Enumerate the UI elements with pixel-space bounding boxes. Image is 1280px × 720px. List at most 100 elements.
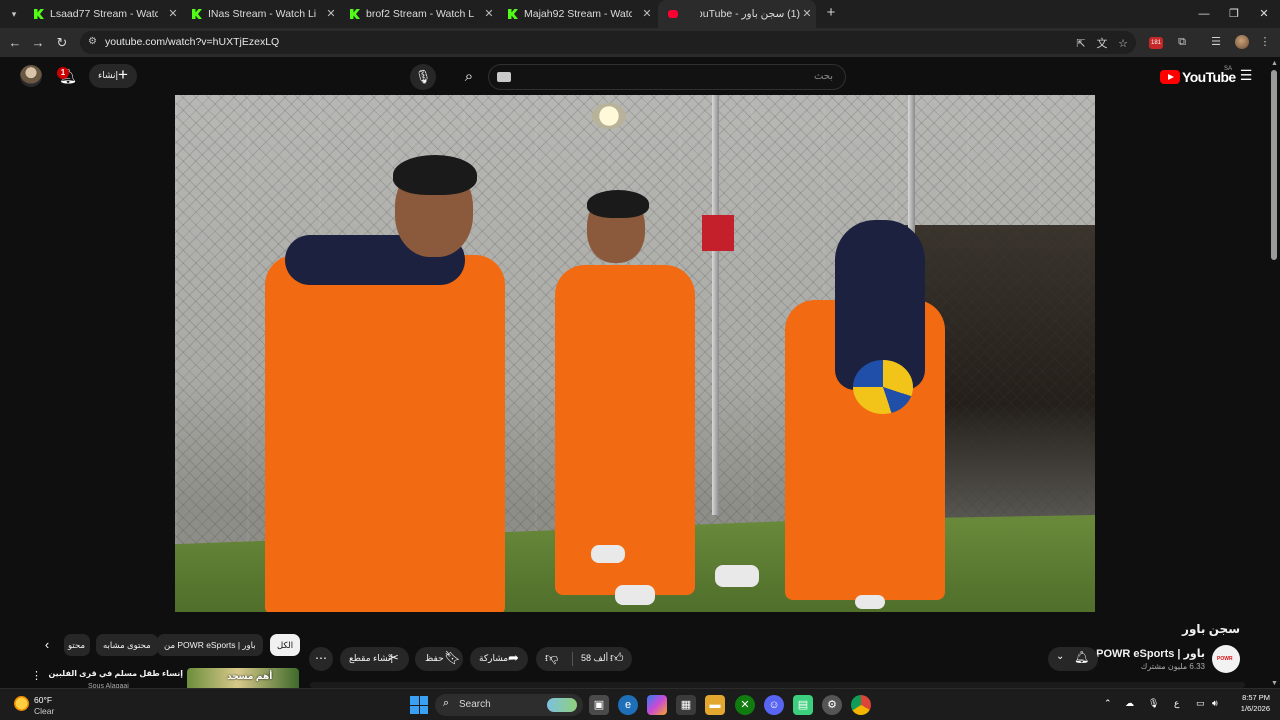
site-info-icon[interactable]: ⚙: [88, 36, 97, 47]
browser-tab[interactable]: Majah92 Stream - Watch Live o ✕: [498, 0, 656, 28]
tab-close-icon[interactable]: ✕: [798, 0, 816, 28]
extensions-puzzle-icon[interactable]: ⧉: [1174, 34, 1190, 50]
thumbnail-text: أهم مسجد: [227, 671, 273, 681]
search-box[interactable]: بحث: [488, 64, 846, 90]
recommendation-title[interactable]: إنساء طقل مسلم في قرى الفلبين المتزولة P…: [48, 669, 183, 678]
save-button[interactable]: حفظ 🔖︎: [415, 647, 463, 671]
back-arrow-icon[interactable]: ←: [5, 33, 25, 53]
subscribed-button[interactable]: ⌄ 🔔︎: [1048, 647, 1098, 671]
onedrive-cloud-icon[interactable]: ☁: [1125, 698, 1134, 709]
task-view-icon[interactable]: ▣: [589, 695, 609, 715]
install-app-icon[interactable]: ⇱: [1073, 36, 1089, 52]
file-explorer-icon[interactable]: ▬: [705, 695, 725, 715]
weather-temperature: 60°F: [34, 695, 53, 705]
browser-tab[interactable]: INas Stream - Watch Live on Ki ✕: [182, 0, 340, 28]
forward-arrow-icon[interactable]: →: [28, 33, 48, 53]
tab-title: brof2 Stream - Watch Live on K: [366, 8, 474, 20]
scroll-down-icon[interactable]: ▼: [1271, 680, 1278, 687]
new-tab-button[interactable]: +: [822, 4, 840, 22]
chrome-icon[interactable]: [851, 695, 871, 715]
browser-tab[interactable]: brof2 Stream - Watch Live on K ✕: [340, 0, 498, 28]
like-count[interactable]: 58 ألف: [581, 653, 608, 664]
channel-logo[interactable]: POWR: [1212, 645, 1240, 673]
channel-logo-text: POWR: [1217, 656, 1233, 662]
browser-tab[interactable]: Lsaad77 Stream - Watch Live o ✕: [24, 0, 182, 28]
settings-gear-icon[interactable]: ⚙: [822, 695, 842, 715]
network-icon[interactable]: ▭: [1196, 698, 1205, 709]
chip-all[interactable]: الكل: [270, 634, 301, 656]
dislike-icon[interactable]: 👎︎: [545, 650, 558, 666]
tab-close-icon[interactable]: ✕: [322, 0, 340, 28]
copilot-icon[interactable]: [647, 695, 667, 715]
sun-icon: [14, 696, 29, 711]
clip-label: إنشاء مقطع: [349, 653, 394, 663]
chip-similar-content[interactable]: محتوى مشابه: [96, 634, 158, 656]
browser-tab-strip: ▾ Lsaad77 Stream - Watch Live o ✕ INas S…: [0, 0, 1280, 28]
browser-tab-active[interactable]: (1) سجن باور - YouTube ✕: [658, 0, 816, 28]
show-hidden-icons-chevron-icon[interactable]: ⌃: [1104, 698, 1112, 709]
media-controls-icon[interactable]: ☰: [1208, 34, 1224, 50]
tab-search-menu-icon[interactable]: ▾: [5, 5, 23, 23]
input-language[interactable]: ع: [1174, 698, 1179, 709]
reload-icon[interactable]: ↻: [52, 33, 72, 53]
guide-menu-icon[interactable]: ☰: [1238, 68, 1254, 82]
keyboard-icon[interactable]: [497, 72, 511, 82]
chip-similar-truncated[interactable]: محتو: [64, 634, 90, 656]
discord-icon[interactable]: ☺: [764, 695, 784, 715]
volume-icon[interactable]: 🔊︎: [1212, 698, 1218, 709]
create-button[interactable]: إنشاء +: [89, 64, 137, 88]
youtube-play-icon: [1160, 70, 1180, 84]
taskbar-search[interactable]: ⌕ Search: [435, 694, 583, 716]
extension-badge[interactable]: 181: [1149, 37, 1163, 49]
more-options-icon[interactable]: ⋮: [31, 669, 42, 682]
chip-from-channel[interactable]: من POWR eSports | باور: [157, 634, 263, 656]
bookmark-icon: 🔖︎: [444, 650, 461, 665]
app-icon[interactable]: ▤: [793, 695, 813, 715]
page-scrollbar[interactable]: ▲ ▼: [1268, 57, 1280, 688]
kick-icon: [350, 9, 360, 19]
voice-search-mic-icon[interactable]: 🎙︎: [410, 64, 436, 90]
weather-condition: Clear: [34, 706, 55, 716]
bookmark-star-icon[interactable]: ☆: [1115, 36, 1131, 52]
edge-browser-icon[interactable]: e: [618, 695, 638, 715]
search-input[interactable]: [517, 67, 807, 87]
minimize-window-icon[interactable]: —: [1188, 0, 1220, 28]
video-player[interactable]: [175, 95, 1095, 612]
scroll-up-icon[interactable]: ▲: [1271, 60, 1278, 67]
share-button[interactable]: مشاركة ➦: [470, 647, 528, 671]
maximize-window-icon[interactable]: ❐: [1218, 0, 1250, 28]
like-icon[interactable]: 👍︎: [610, 650, 624, 666]
tab-close-icon[interactable]: ✕: [480, 0, 498, 28]
profile-avatar[interactable]: [1235, 35, 1249, 49]
recommendation-thumbnail[interactable]: أهم مسجد: [187, 668, 299, 688]
clip-button[interactable]: إنشاء مقطع ✂: [340, 647, 409, 671]
browser-toolbar: ← → ↻ ⚙ youtube.com/watch?v=hUXTjEzexLQ …: [0, 28, 1280, 57]
clock-time: 8:57 PM: [1242, 693, 1270, 702]
search-icon[interactable]: ⌕: [450, 64, 488, 90]
microsoft-store-icon[interactable]: ▦: [676, 695, 696, 715]
address-bar[interactable]: ⚙ youtube.com/watch?v=hUXTjEzexLQ ⇱ 文 ☆: [80, 31, 1136, 54]
kick-icon: [34, 9, 44, 19]
subscriber-count: 6.33 مليون مشترك: [1140, 662, 1205, 671]
share-label: مشاركة: [479, 653, 509, 663]
tab-close-icon[interactable]: ✕: [638, 0, 656, 28]
xbox-icon[interactable]: ✕: [735, 695, 755, 715]
tab-close-icon[interactable]: ✕: [164, 0, 182, 28]
more-actions-icon[interactable]: ⋯: [309, 647, 333, 671]
taskbar-search-label: Search: [459, 699, 491, 710]
scrollbar-thumb[interactable]: [1271, 70, 1277, 260]
search-placeholder: بحث: [813, 71, 833, 82]
translate-icon[interactable]: 文: [1094, 36, 1110, 52]
system-clock[interactable]: 8:57 PM 1/6/2026: [1226, 693, 1270, 713]
channel-name[interactable]: باور | POWR eSports: [1096, 647, 1205, 660]
windows-start-icon[interactable]: [410, 696, 428, 714]
windows-taskbar: 60°F Clear ⌕ Search ▣ e ▦ ▬ ✕ ☺ ▤ ⚙ ⌃ ☁ …: [0, 688, 1280, 720]
person-right: [715, 220, 975, 610]
account-avatar[interactable]: [20, 65, 42, 87]
close-window-icon[interactable]: ✕: [1248, 0, 1280, 28]
browser-menu-icon[interactable]: ⋮: [1257, 34, 1273, 50]
chips-previous-icon[interactable]: ‹: [38, 636, 56, 654]
url-text[interactable]: youtube.com/watch?v=hUXTjEzexLQ: [105, 36, 279, 48]
search-icon: ⌕: [443, 697, 450, 709]
microphone-icon[interactable]: 🎙︎: [1148, 698, 1159, 709]
